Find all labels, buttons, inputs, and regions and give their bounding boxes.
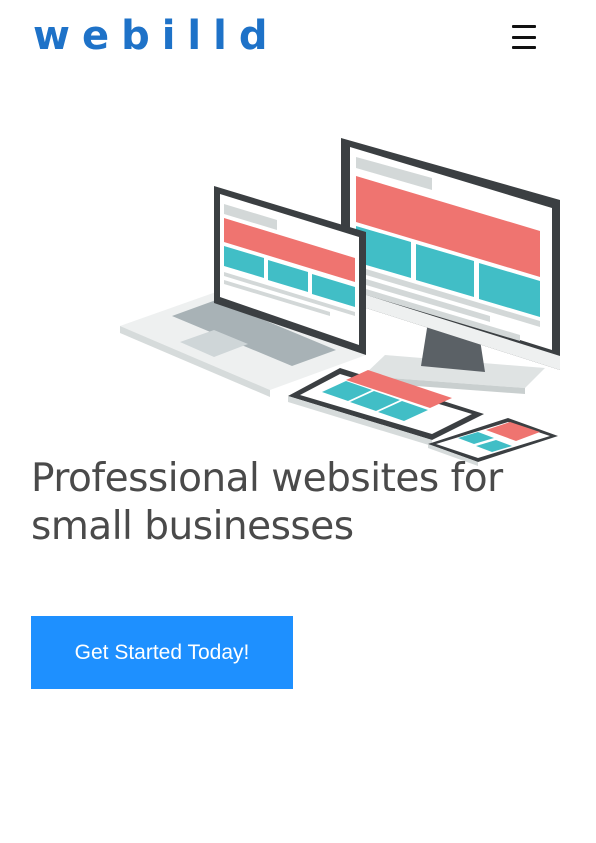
monitor-illustration — [341, 138, 560, 394]
laptop-illustration — [120, 186, 366, 397]
site-logo[interactable]: webilld — [33, 12, 279, 60]
menu-bar — [512, 35, 536, 39]
menu-bar — [512, 46, 536, 49]
hamburger-menu-icon[interactable] — [508, 22, 540, 52]
hero-headline: Professional websites for small business… — [31, 456, 503, 549]
responsive-devices-illustration — [120, 138, 560, 466]
menu-bar — [512, 25, 536, 28]
get-started-button[interactable]: Get Started Today! — [31, 616, 293, 689]
